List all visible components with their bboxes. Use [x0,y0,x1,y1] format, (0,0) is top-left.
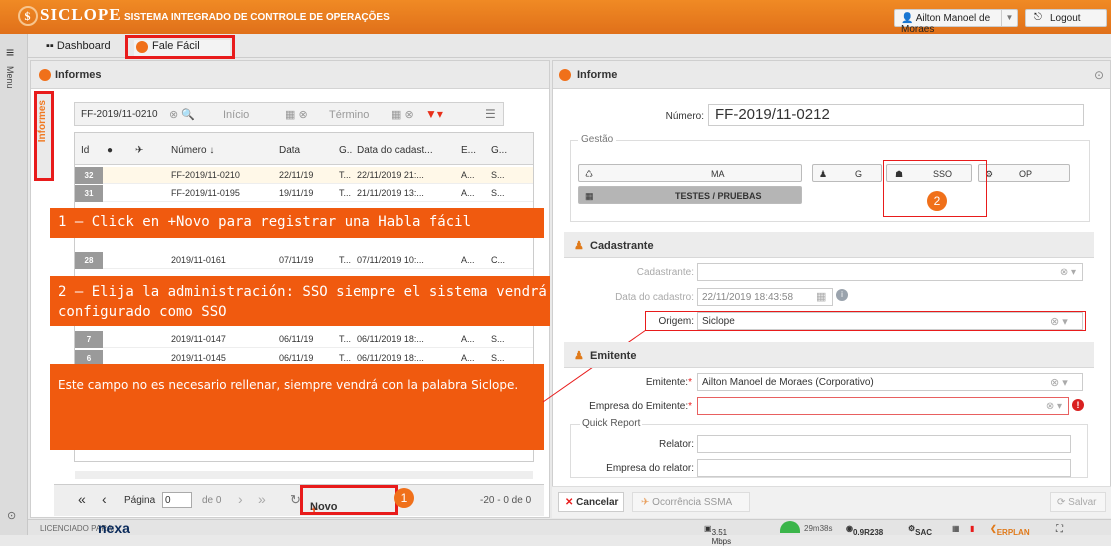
grid-icon[interactable]: ▦ [952,524,960,533]
gauge-icon [780,521,800,533]
save-icon: ⟳ [1057,497,1069,508]
close-icon: ✕ [565,497,577,508]
sac-link[interactable]: ⚙ SAC [908,524,932,537]
empresa-emitente-label: Empresa do Emitente:* [589,401,692,412]
emitente-field[interactable]: Ailton Manoel de Moraes (Corporativo) [697,373,1083,391]
clear-dropdown-icon: ⊗ ▾ [1050,377,1068,389]
salvar-button[interactable]: ⟳ Salvar [1050,492,1106,512]
emitente-section: ♟ Emitente [564,342,1094,368]
brand-logo: nexa [98,520,130,536]
clear-dropdown-icon: ⊗ ▾ [1045,401,1062,412]
ocorrencia-button[interactable]: ✈ Ocorrência SSMA [632,492,750,512]
error-icon: ! [1072,399,1084,411]
user-icon: ♟ [574,350,584,362]
version-readout: ◉ 0.9R238 [846,524,884,537]
relator-field[interactable] [697,435,1071,453]
fullscreen-icon[interactable]: ⛶ [1056,524,1063,535]
empresa-emitente-field[interactable]: ⊗ ▾ [697,397,1069,415]
person-icon: ✈ [641,497,653,508]
pdf-icon[interactable]: ▮ [970,524,974,533]
empresa-relator-field[interactable] [697,459,1071,477]
emitente-label: Emitente:* [645,377,692,388]
erplan-logo: ❮ ERPLAN [990,524,1030,537]
speed-readout: ▣ 3.51 Mbps [704,524,732,546]
status-bar: LICENCIADO PARA: nexa ▣ 3.51 Mbps 29m38s… [28,519,1111,546]
cancelar-button[interactable]: ✕ Cancelar [558,492,624,512]
